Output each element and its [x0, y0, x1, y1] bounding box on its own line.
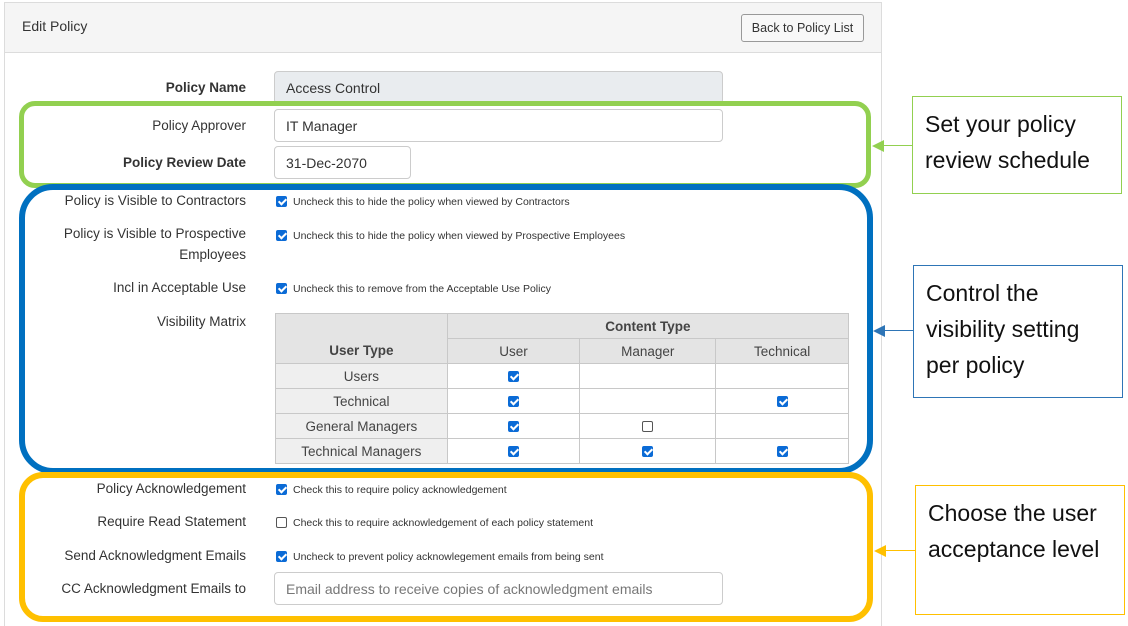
visibility-callout-arrow-icon — [873, 325, 885, 337]
page-title: Edit Policy — [22, 18, 88, 34]
visibility-highlight-frame — [19, 184, 873, 474]
policy-name-label: Policy Name — [165, 80, 246, 95]
review-callout-connector — [884, 145, 912, 146]
acceptance-callout-connector — [886, 550, 915, 551]
review-schedule-callout: Set your policy review schedule — [912, 96, 1122, 194]
visibility-callout: Control the visibility setting per polic… — [913, 265, 1123, 398]
policy-name-input[interactable] — [274, 71, 723, 104]
acceptance-callout-arrow-icon — [874, 545, 886, 557]
panel-header: Edit Policy Back to Policy List — [5, 3, 881, 53]
review-callout-arrow-icon — [872, 140, 884, 152]
acceptance-highlight-frame — [19, 472, 873, 622]
back-to-policy-list-button[interactable]: Back to Policy List — [741, 14, 864, 42]
acceptance-callout: Choose the user acceptance level — [915, 485, 1125, 615]
review-schedule-highlight-frame — [19, 101, 871, 188]
visibility-callout-connector — [885, 330, 913, 331]
